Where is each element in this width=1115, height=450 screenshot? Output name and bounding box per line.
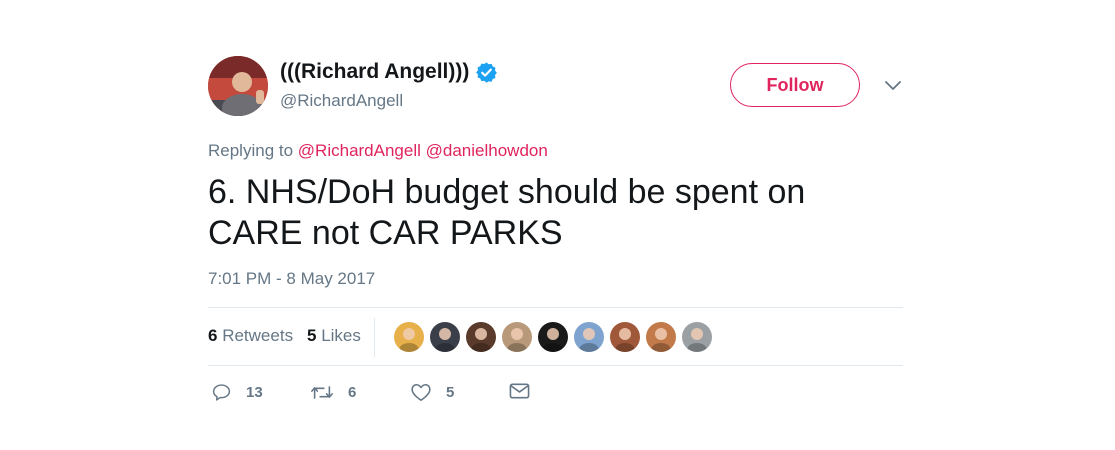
fullname-row: (((Richard Angell))) bbox=[280, 58, 498, 86]
user-handle[interactable]: @RichardAngell bbox=[280, 91, 498, 111]
liker-avatar-6[interactable] bbox=[574, 322, 604, 352]
replying-prefix: Replying to bbox=[208, 141, 294, 160]
avatar[interactable] bbox=[208, 56, 268, 116]
replying-to: Replying to @RichardAngell @danielhowdon bbox=[208, 141, 548, 161]
reply-action[interactable]: 13 bbox=[211, 382, 263, 403]
envelope-icon bbox=[509, 383, 530, 399]
follow-button[interactable]: Follow bbox=[730, 63, 860, 107]
liker-avatar-5[interactable] bbox=[538, 322, 568, 352]
direct-message-action[interactable] bbox=[509, 382, 530, 400]
retweet-count: 6 bbox=[348, 384, 357, 401]
retweet-action[interactable]: 6 bbox=[310, 382, 356, 403]
tweet-header: (((Richard Angell))) @RichardAngell Foll… bbox=[208, 56, 903, 116]
user-full-name[interactable]: (((Richard Angell))) bbox=[280, 60, 469, 84]
liker-avatar-3[interactable] bbox=[466, 322, 496, 352]
tweet-timestamp[interactable]: 7:01 PM - 8 May 2017 bbox=[208, 269, 375, 289]
tweet-actions: 13 6 5 bbox=[208, 382, 903, 404]
heart-icon bbox=[411, 383, 431, 401]
liker-avatar-2[interactable] bbox=[430, 322, 460, 352]
user-names: (((Richard Angell))) @RichardAngell bbox=[280, 58, 498, 111]
chevron-down-icon[interactable] bbox=[884, 78, 902, 92]
mention-link[interactable]: @RichardAngell bbox=[298, 141, 421, 160]
reply-count: 13 bbox=[246, 384, 263, 401]
tweet-card: (((Richard Angell))) @RichardAngell Foll… bbox=[208, 56, 903, 401]
tweet-text: 6. NHS/DoH budget should be spent on CAR… bbox=[208, 173, 806, 252]
liker-avatar-7[interactable] bbox=[610, 322, 640, 352]
likes-stat[interactable]: 5 Likes bbox=[307, 326, 361, 346]
tweet-stats: 6 Retweets 5 Likes bbox=[208, 307, 903, 366]
likes-label: Likes bbox=[321, 326, 361, 345]
like-count: 5 bbox=[446, 383, 455, 401]
verified-badge-icon bbox=[475, 61, 498, 84]
stats-divider bbox=[374, 318, 375, 357]
retweets-count: 6 bbox=[208, 326, 218, 345]
like-action[interactable]: 5 bbox=[410, 382, 454, 402]
likes-count: 5 bbox=[307, 326, 317, 345]
liker-avatar-4[interactable] bbox=[502, 322, 532, 352]
retweets-stat[interactable]: 6 Retweets bbox=[208, 326, 293, 346]
liker-avatar-1[interactable] bbox=[394, 322, 424, 352]
liker-avatar-9[interactable] bbox=[682, 322, 712, 352]
retweets-label: Retweets bbox=[222, 326, 294, 345]
retweet-icon bbox=[311, 386, 333, 399]
liker-avatar-8[interactable] bbox=[646, 322, 676, 352]
mention-link[interactable]: @danielhowdon bbox=[426, 141, 548, 160]
liker-avatars bbox=[394, 322, 718, 352]
reply-icon bbox=[212, 384, 231, 401]
